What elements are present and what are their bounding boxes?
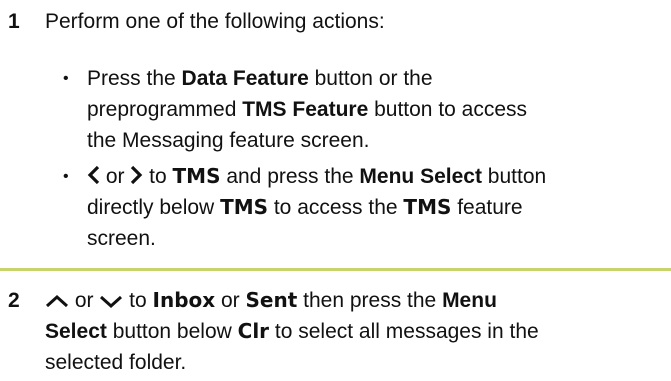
bullet-marker: • <box>63 70 69 87</box>
tms-display-label: TMS <box>403 195 452 219</box>
text-run: button to access <box>368 98 528 121</box>
text-run: button <box>481 165 547 188</box>
text-run: Press the <box>87 67 182 90</box>
text-run: or <box>215 289 246 312</box>
step-1-intro: Perform one of the following actions: <box>45 10 385 33</box>
bullet-a-text: Press the Data Feature button or the pre… <box>87 63 669 156</box>
bullet-b-line-3: screen. <box>87 227 156 250</box>
bullet-a-line-2: preprogrammed TMS Feature button to acce… <box>87 94 669 125</box>
chevron-down-icon <box>99 293 123 309</box>
text-run: feature <box>451 196 523 219</box>
chevron-up-icon <box>45 293 69 309</box>
step-2-line-2: Select button below Clr to select all me… <box>45 316 669 347</box>
bullet-a-line-1: Press the Data Feature button or the <box>87 63 669 94</box>
select-label: Select <box>45 320 107 343</box>
step-2-text: or to Inbox or Sent then press the Menu … <box>45 285 669 378</box>
text-run: or <box>100 165 131 188</box>
tms-display-label: TMS <box>220 195 269 219</box>
text-run: then press the <box>297 289 443 312</box>
bullet-a-line-3: the Messaging feature screen. <box>87 129 370 152</box>
text-run: button or the <box>308 67 433 90</box>
sent-display-label: Sent <box>245 288 298 312</box>
text-run: and press the <box>220 165 360 188</box>
inbox-display-label: Inbox <box>152 288 216 312</box>
text-run: to access the <box>268 196 404 219</box>
menu-select-label: Menu Select <box>359 165 482 188</box>
bullet-marker: • <box>63 168 69 185</box>
step-number: 1 <box>8 10 20 33</box>
text-run: to <box>143 165 173 188</box>
step-2-line-1: or to Inbox or Sent then press the Menu <box>45 285 669 316</box>
data-feature-label: Data Feature <box>181 67 309 90</box>
tms-display-label: TMS <box>172 164 221 188</box>
clr-display-label: Clr <box>237 319 270 343</box>
section-divider <box>0 268 671 271</box>
bullet-b-text: or to TMS and press the Menu Select butt… <box>87 161 669 254</box>
chevron-left-icon <box>87 165 100 185</box>
tms-feature-label: TMS Feature <box>242 98 369 121</box>
step-2-line-3: selected folder. <box>45 351 187 374</box>
text-run: button below <box>106 320 238 343</box>
text-run: directly below <box>87 196 221 219</box>
menu-label: Menu <box>442 289 497 312</box>
step-number: 2 <box>8 289 20 312</box>
bullet-b-line-2: directly below TMS to access the TMS fea… <box>87 192 669 223</box>
text-run: to <box>123 289 153 312</box>
text-run: or <box>69 289 100 312</box>
text-run: to select all messages in the <box>269 320 539 343</box>
bullet-b-line-1: or to TMS and press the Menu Select butt… <box>87 161 669 192</box>
chevron-right-icon <box>130 165 143 185</box>
text-run: preprogrammed <box>87 98 243 121</box>
